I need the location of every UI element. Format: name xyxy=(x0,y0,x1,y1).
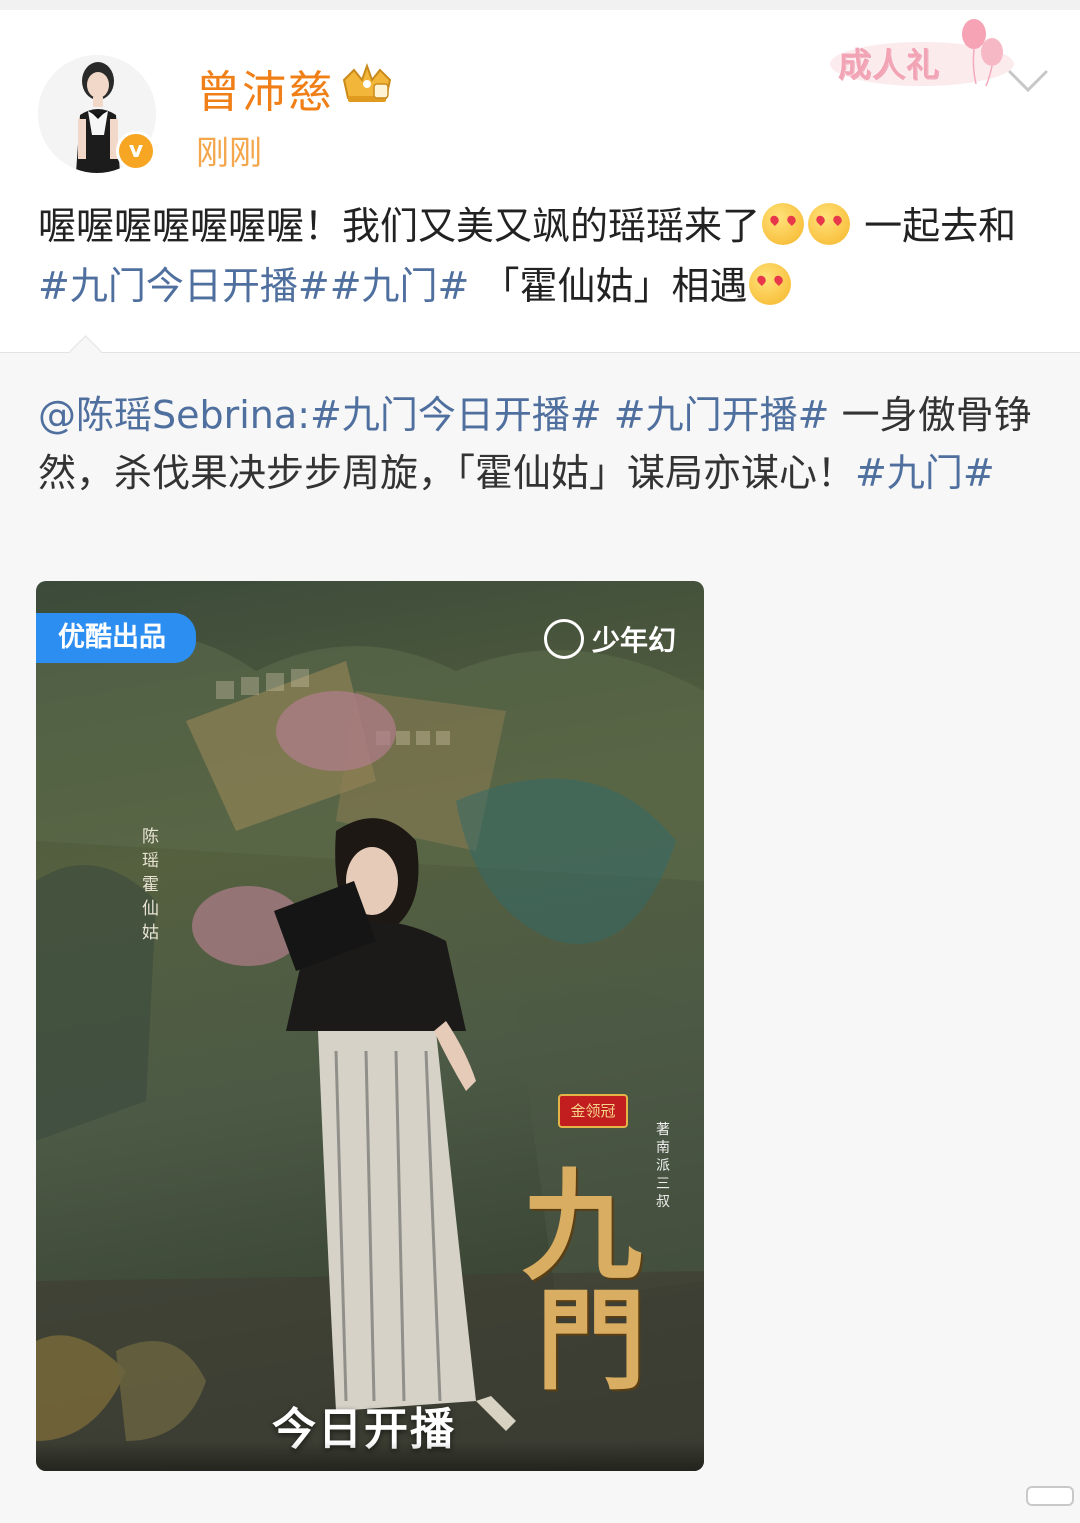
blush-emoji-icon xyxy=(808,203,851,245)
badge-label: 成人礼 xyxy=(838,45,940,84)
post-text-part3: 「霍仙姑」相遇 xyxy=(481,264,748,308)
poster-image[interactable]: 优酷出品 少年幻 陈瑶 霍仙姑 金领冠 九 門 著 南派三叔 今日开播 xyxy=(36,581,704,1471)
post-text-part1: 喔喔喔喔喔喔喔！我们又美又飒的瑶瑶来了 xyxy=(38,204,761,248)
chevron-down-icon[interactable] xyxy=(1006,66,1050,96)
timestamp: 刚刚 xyxy=(196,133,262,172)
repost-topic-premiere[interactable]: #九门今日开播# xyxy=(310,393,602,437)
actor-credit: 陈瑶 霍仙姑 xyxy=(142,827,159,943)
poster-bottom-fade xyxy=(36,1441,704,1471)
topic-link-jiumen[interactable]: #九门# xyxy=(330,264,470,308)
coming-of-age-badge[interactable]: 成人礼 xyxy=(826,12,1016,92)
verified-badge-icon: v xyxy=(116,131,156,171)
repost-topic-jiumen[interactable]: #九门# xyxy=(855,451,995,495)
youku-production-badge: 优酷出品 xyxy=(36,613,196,663)
post-text: 喔喔喔喔喔喔喔！我们又美又飒的瑶瑶来了 一起去和 #九门今日开播##九门# 「霍… xyxy=(38,196,1048,316)
brand-logo-icon xyxy=(544,619,584,659)
heart-eyes-emoji-icon xyxy=(762,203,805,245)
repost-topic-broadcast[interactable]: #九门开播# xyxy=(614,393,830,437)
sponsor-badge: 金领冠 xyxy=(558,1094,628,1128)
crown-icon[interactable] xyxy=(340,62,394,106)
top-strip xyxy=(0,0,1080,10)
mention-colon: : xyxy=(297,393,310,437)
repost-text: @陈瑶Sebrina:#九门今日开播# #九门开播# 一身傲骨铮然，杀伐果决步步… xyxy=(38,386,1048,502)
love-emoji-icon xyxy=(749,263,792,305)
username[interactable]: 曾沛慈 xyxy=(196,56,334,120)
brand-logo-text: 少年幻 xyxy=(592,624,677,657)
scroll-indicator[interactable] xyxy=(1026,1486,1074,1506)
author-credit: 著 南派三叔 xyxy=(656,1122,670,1210)
poster-title-char-2: 門 xyxy=(536,1276,646,1405)
post-text-part2: 一起去和 xyxy=(864,204,1017,248)
topic-link-jiumen-premiere[interactable]: #九门今日开播# xyxy=(38,264,330,308)
mention-link[interactable]: @陈瑶Sebrina xyxy=(38,393,297,437)
